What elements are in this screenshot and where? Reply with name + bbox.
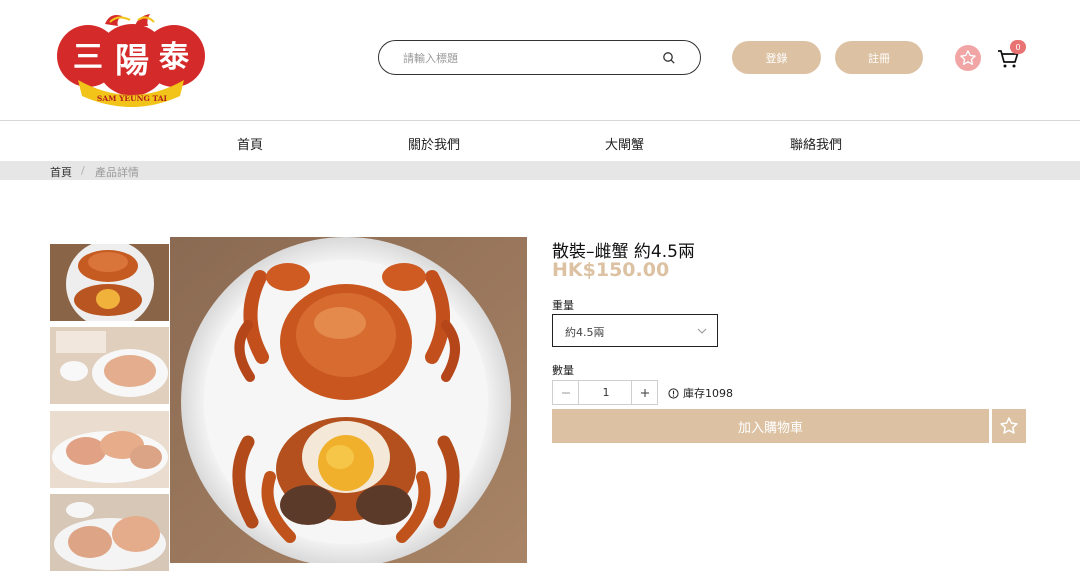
- weight-label: 重量: [552, 299, 574, 312]
- site-header: 三 陽 泰 SAM YEUNG TAI 登錄 註冊 0: [0, 0, 1080, 121]
- nav-item-home[interactable]: 首頁: [237, 134, 263, 153]
- brand-logo[interactable]: 三 陽 泰 SAM YEUNG TAI: [50, 10, 208, 110]
- logo-char-3: 泰: [159, 40, 190, 75]
- chevron-down-icon: [697, 328, 707, 334]
- quantity-input[interactable]: [579, 381, 633, 404]
- star-icon: [1000, 417, 1018, 434]
- logo-char-2: 陽: [115, 41, 149, 81]
- quantity-stepper: [552, 380, 658, 405]
- stock-indicator: 庫存1098: [668, 385, 733, 401]
- product-thumbnail-2[interactable]: [50, 327, 169, 404]
- product-price: HK$150.00: [552, 259, 670, 281]
- quantity-increase-button[interactable]: [631, 381, 657, 404]
- product-thumbnail-1[interactable]: [50, 244, 169, 321]
- add-to-cart-button[interactable]: 加入購物車: [552, 409, 989, 443]
- product-thumbnail-4[interactable]: [50, 494, 169, 571]
- favorites-button[interactable]: [955, 45, 981, 71]
- register-button[interactable]: 註冊: [835, 41, 923, 74]
- weight-select-value: 約4.5兩: [565, 326, 605, 339]
- breadcrumb-current: 產品詳情: [95, 166, 139, 179]
- logo-char-1: 三: [73, 40, 103, 75]
- nav-item-crabs[interactable]: 大閘蟹: [605, 134, 644, 153]
- minus-icon: [561, 391, 570, 394]
- stock-text: 庫存1098: [683, 387, 733, 400]
- breadcrumb: 首頁 / 產品詳情: [0, 161, 1080, 180]
- weight-select[interactable]: 約4.5兩: [552, 314, 718, 347]
- search-bar: [378, 40, 701, 75]
- logo-subtitle: SAM YEUNG TAI: [97, 94, 168, 103]
- cart-count-badge: 0: [1010, 40, 1026, 54]
- product-thumbnail-3[interactable]: [50, 411, 169, 488]
- breadcrumb-home[interactable]: 首頁: [50, 164, 72, 180]
- search-input[interactable]: [403, 49, 653, 67]
- nav-item-about[interactable]: 關於我們: [408, 134, 460, 153]
- login-button[interactable]: 登錄: [732, 41, 821, 74]
- search-icon[interactable]: [662, 51, 676, 65]
- quantity-label: 數量: [552, 364, 574, 377]
- add-to-wishlist-button[interactable]: [992, 409, 1026, 443]
- star-icon: [960, 50, 976, 65]
- info-icon: [668, 387, 679, 399]
- plus-icon: [640, 388, 649, 397]
- nav-item-contact[interactable]: 聯絡我們: [790, 134, 842, 153]
- quantity-decrease-button[interactable]: [553, 381, 579, 404]
- breadcrumb-separator: /: [81, 164, 85, 177]
- product-main-image: [170, 237, 527, 563]
- main-nav: 首頁 關於我們 大閘蟹 聯絡我們: [0, 121, 1080, 161]
